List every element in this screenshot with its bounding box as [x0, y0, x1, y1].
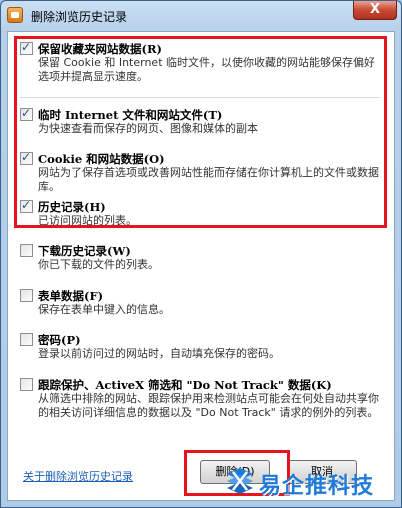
watermark: 易企推科技	[223, 462, 402, 502]
window-title: 删除浏览历史记录	[31, 10, 128, 24]
option-description: 你已下载的文件的列表。	[38, 258, 159, 271]
title-bar[interactable]: 删除浏览历史记录 X	[1, 1, 401, 31]
option-title[interactable]: 密码(P)	[38, 332, 81, 348]
ie-app-icon	[7, 7, 23, 23]
option-tracking-protection: 跟踪保护、ActiveX 筛选和 "Do Not Track" 数据(K) 从筛…	[20, 378, 380, 434]
checkbox-download-history[interactable]	[20, 244, 33, 257]
option-passwords: 密码(P) 登录以前访问过的网站时，自动填充保存的密码。	[20, 333, 380, 363]
checkbox-form-data[interactable]	[20, 289, 33, 302]
option-description: 保存在表单中键入的信息。	[38, 303, 170, 316]
option-description: 登录以前访问过的网站时，自动填充保存的密码。	[38, 347, 280, 360]
option-description: 从筛选中排除的网站、跟踪保护用来检测站点可能会在何处自动共享你的相关访问详细信息…	[38, 392, 379, 419]
watermark-logo-icon	[227, 468, 253, 494]
highlight-checked-options	[14, 36, 387, 228]
checkbox-passwords[interactable]	[20, 333, 33, 346]
watermark-brand-text: 易企推科技	[259, 474, 375, 499]
delete-history-dialog: 删除浏览历史记录 X 保留收藏夹网站数据(R) 保留 Cookie 和 Inte…	[0, 0, 402, 508]
option-form-data: 表单数据(F) 保存在表单中键入的信息。	[20, 289, 380, 319]
about-delete-history-link[interactable]: 关于删除浏览历史记录	[23, 468, 133, 484]
checkbox-tracking-protection[interactable]	[20, 378, 33, 391]
close-button[interactable]: X	[353, 1, 397, 20]
option-title[interactable]: 表单数据(F)	[38, 288, 103, 304]
option-title[interactable]: 跟踪保护、ActiveX 筛选和 "Do Not Track" 数据(K)	[38, 377, 332, 393]
option-title[interactable]: 下载历史记录(W)	[38, 243, 131, 259]
option-download-history: 下载历史记录(W) 你已下载的文件的列表。	[20, 244, 380, 274]
